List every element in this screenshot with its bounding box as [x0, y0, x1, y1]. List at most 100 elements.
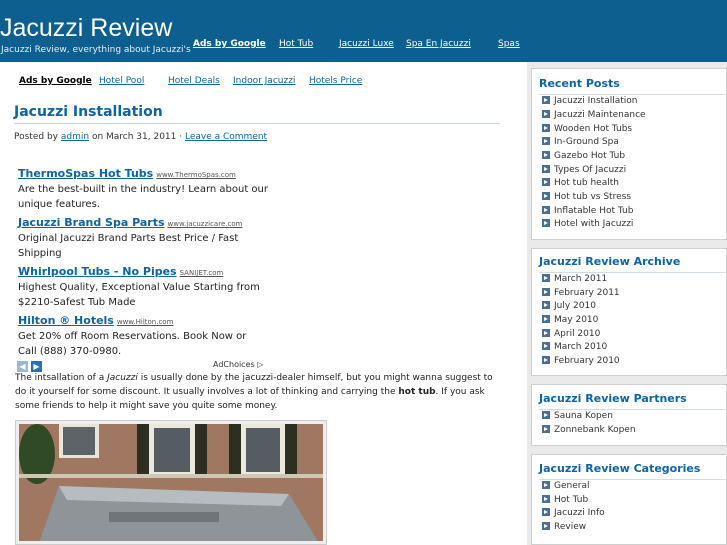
site-header: Jacuzzi Review Jacuzzi Review, everythin… [0, 0, 727, 62]
ad-title[interactable]: Hilton ® Hotels [18, 314, 114, 327]
site-description: Jacuzzi Review, everything about Jacuzzi… [1, 45, 191, 55]
ad-title[interactable]: Whirlpool Tubs - No Pipes [18, 265, 177, 278]
arrow-bullet-icon [542, 151, 550, 159]
ad-description: Original Jacuzzi Brand Parts Best Price … [18, 233, 239, 259]
header-nav-spas[interactable]: Spas [498, 39, 520, 49]
recent-post-item[interactable]: Types Of Jacuzzi [542, 165, 626, 175]
arrow-bullet-icon [542, 481, 550, 489]
post-meta: Posted by admin on March 31, 2011 · Leav… [14, 132, 267, 142]
arrow-bullet-icon [542, 522, 550, 530]
widget-divider [539, 409, 725, 410]
ad-url[interactable]: www.Hilton.com [117, 318, 174, 326]
arrow-bullet-icon [542, 110, 550, 118]
archive-item[interactable]: July 2010 [542, 301, 596, 311]
arrow-bullet-icon [542, 495, 550, 503]
header-nav-hot-tub[interactable]: Hot Tub [279, 39, 313, 49]
ad-description: Highest Quality, Exceptional Value Start… [18, 282, 260, 308]
arrow-bullet-icon [542, 315, 550, 323]
arrow-bullet-icon [542, 165, 550, 173]
header-ads-by-google[interactable]: Ads by Google [193, 39, 266, 49]
ad-item: ThermoSpas Hot Tubs www.ThermoSpas.com Ar… [18, 162, 268, 212]
post-title[interactable]: Jacuzzi Installation [14, 104, 163, 120]
ad-url[interactable]: www.jacuzzicare.com [168, 220, 243, 228]
widget-title: Jacuzzi Review Categories [539, 462, 701, 475]
ad-title[interactable]: Jacuzzi Brand Spa Parts [18, 216, 165, 229]
arrow-bullet-icon [542, 124, 550, 132]
widget-title: Recent Posts [539, 77, 620, 90]
arrow-bullet-icon [542, 192, 550, 200]
arrow-bullet-icon [542, 356, 550, 364]
recent-post-item[interactable]: Hot tub health [542, 178, 619, 188]
topnav-hotel-deals[interactable]: Hotel Deals [168, 76, 220, 86]
widget-divider [539, 94, 725, 95]
hot-tub-photo [19, 424, 323, 541]
arrow-bullet-icon [542, 425, 550, 433]
partner-item[interactable]: Zonnebank Kopen [542, 425, 636, 435]
arrow-bullet-icon [542, 508, 550, 516]
recent-post-item[interactable]: In-Ground Spa [542, 137, 619, 147]
widget-title: Jacuzzi Review Partners [539, 392, 687, 405]
archive-item[interactable]: April 2010 [542, 329, 600, 339]
recent-post-item[interactable]: Inflatable Hot Tub [542, 206, 633, 216]
arrow-bullet-icon [542, 137, 550, 145]
recent-post-item[interactable]: Hot tub vs Stress [542, 192, 631, 202]
archive-item[interactable]: March 2011 [542, 274, 607, 284]
widget-divider [539, 272, 725, 273]
arrow-bullet-icon [542, 219, 550, 227]
recent-post-item[interactable]: Jacuzzi Installation [542, 96, 637, 106]
arrow-bullet-icon [542, 96, 550, 104]
arrow-bullet-icon [542, 301, 550, 309]
arrow-bullet-icon [542, 288, 550, 296]
ad-url[interactable]: SANIJET.com [180, 269, 224, 277]
arrow-bullet-icon [542, 274, 550, 282]
body-text-hot-tub: hot tub [398, 387, 436, 397]
category-item[interactable]: General [542, 481, 589, 491]
leave-comment-link[interactable]: Leave a Comment [185, 132, 267, 142]
arrow-bullet-icon [542, 411, 550, 419]
archive-item[interactable]: February 2011 [542, 288, 620, 298]
widget-partners: Jacuzzi Review Partners Sauna Kopen Zonn… [531, 384, 727, 446]
body-text-1: The intsallation of a [15, 373, 105, 383]
ad-url[interactable]: www.ThermoSpas.com [156, 171, 236, 179]
category-item[interactable]: Hot Tub [542, 495, 588, 505]
body-text-jacuzzi: Jacuzzi [107, 373, 138, 383]
ad-item: Hilton ® Hotels www.Hilton.com Get 20% of… [18, 309, 268, 359]
topnav-indoor-jacuzzi[interactable]: Indoor Jacuzzi [233, 76, 295, 86]
post-body: The intsallation of a Jacuzzi is usually… [15, 371, 500, 413]
archive-item[interactable]: May 2010 [542, 315, 598, 325]
author-link[interactable]: admin [61, 132, 89, 142]
archive-item[interactable]: March 2010 [542, 342, 607, 352]
recent-post-item[interactable]: Jacuzzi Maintenance [542, 110, 646, 120]
topnav-hotel-pool[interactable]: Hotel Pool [99, 76, 144, 86]
adchoices-link[interactable]: AdChoices ▷ [213, 360, 263, 369]
recent-post-item[interactable]: Wooden Hot Tubs [542, 124, 632, 134]
header-nav-jacuzzi-luxe[interactable]: Jacuzzi Luxe [339, 39, 394, 49]
ad-item: Whirlpool Tubs - No Pipes SANIJET.com Hig… [18, 260, 268, 310]
category-item[interactable]: Jacuzzi Info [542, 508, 605, 518]
topnav-ads-by-google[interactable]: Ads by Google [19, 76, 92, 86]
arrow-bullet-icon [542, 342, 550, 350]
site-title[interactable]: Jacuzzi Review [0, 14, 172, 43]
widget-categories: Jacuzzi Review Categories General Hot Tu… [531, 454, 727, 545]
recent-post-item[interactable]: Gazebo Hot Tub [542, 151, 625, 161]
arrow-bullet-icon [542, 206, 550, 214]
hot-tub-photo-illustration [19, 424, 323, 541]
meta-date: on March 31, 2011 · [91, 132, 183, 142]
recent-post-item[interactable]: Hotel with Jacuzzi [542, 219, 633, 229]
header-nav-spa-en-jacuzzi[interactable]: Spa En Jacuzzi [406, 39, 471, 49]
title-divider [14, 123, 500, 124]
archive-item[interactable]: February 2010 [542, 356, 620, 366]
widget-title: Jacuzzi Review Archive [539, 255, 681, 268]
category-item[interactable]: Review [542, 522, 586, 532]
sidebar: Recent Posts Jacuzzi Installation Jacuzz… [527, 62, 727, 545]
ad-title[interactable]: ThermoSpas Hot Tubs [18, 167, 153, 180]
widget-archive: Jacuzzi Review Archive March 2011 Februa… [531, 248, 727, 376]
meta-prefix: Posted by [14, 132, 58, 142]
topnav-hotels-price[interactable]: Hotels Price [309, 76, 362, 86]
arrow-bullet-icon [542, 329, 550, 337]
ad-description: Get 20% off Room Reservations. Book Now … [18, 331, 247, 357]
post-image [15, 420, 327, 545]
ad-description: Are the best-built in the industry! Lear… [18, 184, 268, 210]
partner-item[interactable]: Sauna Kopen [542, 411, 613, 421]
ad-item: Jacuzzi Brand Spa Parts www.jacuzzicare.c… [18, 211, 268, 261]
